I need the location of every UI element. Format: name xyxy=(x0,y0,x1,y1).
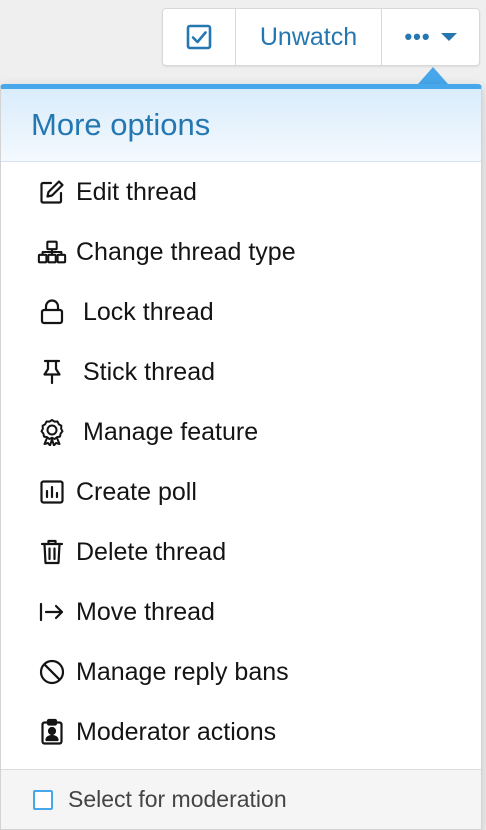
menu-item-delete-thread[interactable]: Delete thread xyxy=(1,522,481,582)
menu-item-edit-thread[interactable]: Edit thread xyxy=(1,162,481,222)
menu-item-label: Edit thread xyxy=(76,177,197,206)
select-thread-button[interactable] xyxy=(163,9,235,65)
menu-item-label: Stick thread xyxy=(83,357,216,386)
menu-item-lock-thread[interactable]: Lock thread xyxy=(1,282,481,342)
ellipsis-icon: ••• xyxy=(404,24,431,49)
thread-actions-area: Unwatch ••• More options Edit thread Cha… xyxy=(0,0,486,830)
select-for-moderation-label[interactable]: Select for moderation xyxy=(68,786,287,813)
unwatch-label: Unwatch xyxy=(259,22,358,51)
caret-down-icon xyxy=(440,33,457,41)
ban-icon xyxy=(37,657,67,687)
menu-header: More options xyxy=(1,89,481,162)
checkbox-checked-icon xyxy=(186,24,212,50)
menu-item-label: Lock thread xyxy=(83,297,214,326)
menu-footer: Select for moderation xyxy=(1,769,481,829)
menu-item-label: Delete thread xyxy=(76,537,227,566)
menu-item-label: Moderator actions xyxy=(76,717,277,746)
menu-title: More options xyxy=(31,107,211,142)
move-arrow-icon xyxy=(37,597,67,627)
menu-item-moderator-actions[interactable]: Moderator actions xyxy=(1,702,481,762)
poll-icon xyxy=(37,477,67,507)
unwatch-button[interactable]: Unwatch xyxy=(235,9,381,65)
menu-pointer-arrow xyxy=(418,67,448,84)
edit-icon xyxy=(37,177,67,207)
select-for-moderation-checkbox[interactable] xyxy=(33,789,53,810)
menu-item-change-thread-type[interactable]: Change thread type xyxy=(1,222,481,282)
menu-item-manage-feature[interactable]: Manage feature xyxy=(1,402,481,462)
menu-item-label: Move thread xyxy=(76,597,215,626)
thumbtack-icon xyxy=(37,357,67,387)
menu-item-label: Manage feature xyxy=(83,417,259,446)
trash-icon xyxy=(37,537,67,567)
clipboard-user-icon xyxy=(37,717,67,747)
sitemap-icon xyxy=(37,237,67,267)
more-options-button[interactable]: ••• xyxy=(381,9,479,65)
menu-item-label: Create poll xyxy=(76,477,197,506)
menu-item-label: Change thread type xyxy=(76,237,296,266)
lock-icon xyxy=(37,297,67,327)
menu-item-stick-thread[interactable]: Stick thread xyxy=(1,342,481,402)
menu-item-label: Manage reply bans xyxy=(76,657,289,686)
menu-item-manage-reply-bans[interactable]: Manage reply bans xyxy=(1,642,481,702)
menu-item-move-thread[interactable]: Move thread xyxy=(1,582,481,642)
more-options-menu: More options Edit thread Change thread t… xyxy=(0,84,482,830)
award-icon xyxy=(37,417,67,447)
menu-item-create-poll[interactable]: Create poll xyxy=(1,462,481,522)
thread-action-buttons: Unwatch ••• xyxy=(162,8,480,66)
